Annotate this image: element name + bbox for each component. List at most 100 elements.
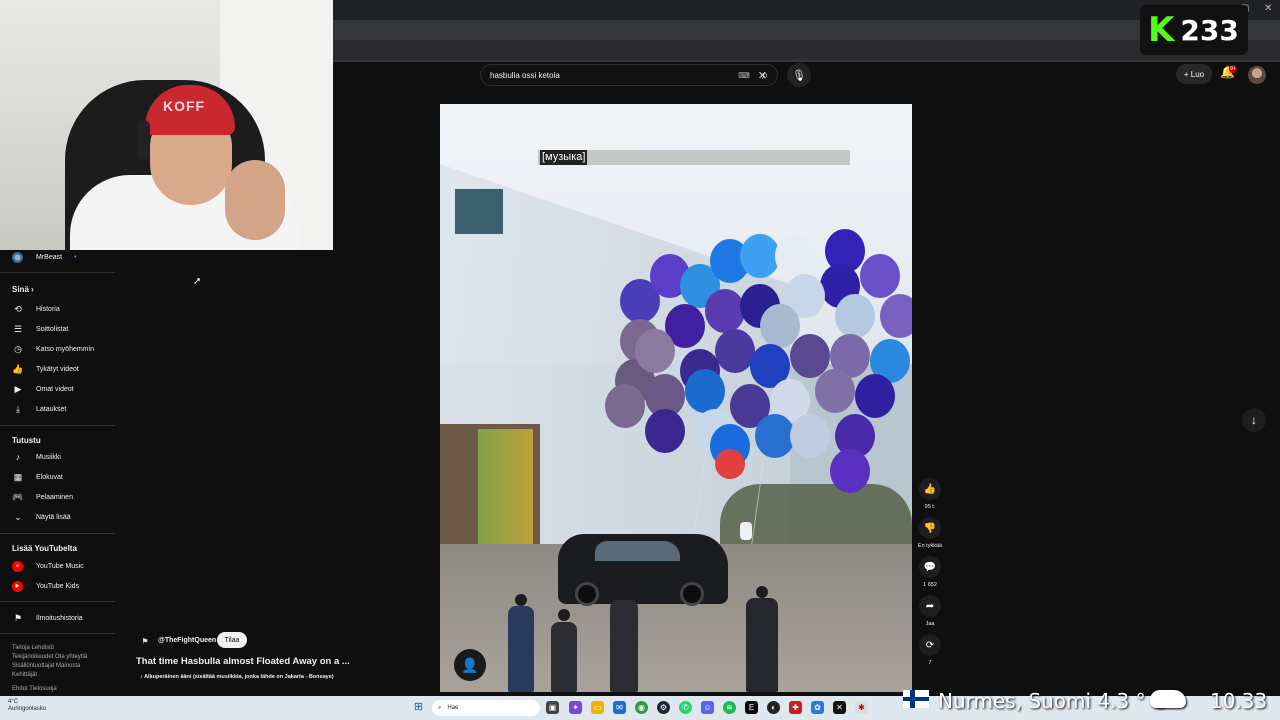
balloon <box>685 369 725 413</box>
balloon <box>635 329 675 373</box>
webcam-overlay: KOFF <box>0 0 333 250</box>
balloon <box>645 409 685 453</box>
sidebar-item-movies[interactable]: ▦ Elokuvat <box>0 467 115 487</box>
my-videos-icon: ▶ <box>14 383 22 394</box>
webcam-hand <box>225 160 285 240</box>
sidebar-subscription-mrbeast[interactable]: MrBeast • <box>0 247 115 267</box>
browser-bookmarks-bar <box>333 40 1280 60</box>
steam-icon[interactable]: ⚙ <box>657 701 670 714</box>
sidebar-item-youtube-kids[interactable]: ▶ YouTube Kids <box>0 576 115 596</box>
sidebar-item-history[interactable]: ⟲ Historia <box>0 299 115 319</box>
video-title[interactable]: That time Hasbulla almost Floated Away o… <box>136 656 350 667</box>
channel-overlay-button[interactable]: 👤 <box>454 649 486 681</box>
share-icon[interactable]: ➦ <box>919 595 941 617</box>
video-person <box>551 622 577 692</box>
sidebar-footer-links[interactable]: Tietoja Lehdistö Tekijänoikeudet Ota yht… <box>12 644 112 680</box>
sidebar-item-report-history[interactable]: ⚑ Ilmoitushistoria <box>0 608 115 628</box>
sidebar-item-youtube-music[interactable]: ● YouTube Music <box>0 556 115 576</box>
sidebar-item-watch-later[interactable]: ◷ Katso myöhemmin <box>0 339 115 359</box>
sidebar-item-show-more[interactable]: ⌄ Näytä lisää <box>0 507 115 527</box>
sidebar-item-gaming[interactable]: 🎮 Pelaaminen <box>0 487 115 507</box>
epic-games-icon[interactable]: E <box>745 701 758 714</box>
sidebar-item-liked[interactable]: 👍 Tykätyt videot <box>0 359 115 379</box>
game-icon[interactable]: ✚ <box>789 701 802 714</box>
video-person <box>610 600 638 692</box>
balloon <box>740 234 780 278</box>
obs-icon[interactable]: ◐ <box>767 701 780 714</box>
chevron-down-icon: ⌄ <box>14 511 22 522</box>
caption-text: [музыка] <box>540 150 588 165</box>
subscription-label: MrBeast <box>36 253 63 261</box>
sidebar-item-downloads[interactable]: ⤓ Lataukset <box>0 399 115 419</box>
balloon <box>715 329 755 373</box>
share-label: Jaa <box>925 621 935 627</box>
mail-icon[interactable]: ✉ <box>613 701 626 714</box>
sidebar-heading-you[interactable]: Sinä › <box>12 285 34 294</box>
file-explorer-icon[interactable]: ▭ <box>591 701 604 714</box>
balloon <box>880 294 912 338</box>
dislike-action[interactable]: 👎 En tykkää <box>917 517 943 549</box>
copilot-icon[interactable]: ✦ <box>569 701 582 714</box>
discord-icon[interactable]: ☺ <box>701 701 714 714</box>
remix-icon[interactable]: ⟳ <box>919 634 941 656</box>
next-video-button[interactable]: ↓ <box>1242 408 1266 432</box>
spotify-icon[interactable]: ≋ <box>723 701 736 714</box>
microphone-icon: 🎙 <box>792 69 806 82</box>
sidebar-heading-explore: Tutustu <box>12 436 41 445</box>
windows-start-icon[interactable]: ⊞ <box>412 701 425 714</box>
comments-icon[interactable]: 💬 <box>919 556 941 578</box>
sidebar-item-playlists[interactable]: ☰ Soittolistat <box>0 319 115 339</box>
dislike-label: En tykkää <box>917 543 943 549</box>
video-car-window <box>595 541 680 561</box>
voice-search-button[interactable]: 🎙 <box>787 63 811 87</box>
like-icon[interactable]: 👍 <box>919 478 941 500</box>
taskbar-search[interactable]: ⌕ Hae <box>432 700 540 716</box>
app-icon[interactable]: ✿ <box>811 701 824 714</box>
youtube-kids-icon: ▶ <box>12 580 23 592</box>
create-button[interactable]: + Luo <box>1176 64 1212 84</box>
balloon <box>830 449 870 493</box>
sidebar-item-my-videos[interactable]: ▶ Omat videot <box>0 379 115 399</box>
search-bar[interactable]: hasbulla ossi ketola ⌨ ✕ <box>480 64 778 86</box>
keyboard-icon[interactable]: ⌨ <box>738 71 750 80</box>
video-window <box>455 189 503 234</box>
arrow-down-icon: ↓ <box>1251 413 1257 427</box>
sidebar-item-music[interactable]: ♪ Musiikki <box>0 447 115 467</box>
remix-action[interactable]: ⟳ 7 <box>917 634 943 666</box>
share-action[interactable]: ➦ Jaa <box>917 595 943 627</box>
channel-name[interactable]: @TheFightQueen <box>158 637 216 644</box>
search-icon: ⌕ <box>438 704 442 711</box>
channel-avatar[interactable]: ⚑ <box>138 634 152 648</box>
sidebar-divider <box>0 425 115 426</box>
watch-later-icon: ◷ <box>14 343 22 354</box>
subscribe-button[interactable]: Tilaa <box>217 632 247 648</box>
x-icon[interactable]: ✕ <box>833 701 846 714</box>
taskbar-weather-widget[interactable]: 4°C Auringonlasku <box>8 699 46 713</box>
remix-count: 7 <box>928 660 932 666</box>
webcam-cap-text: KOFF <box>163 98 206 114</box>
taskbar-search-placeholder: Hae <box>447 705 459 711</box>
video-person <box>746 598 778 692</box>
like-action[interactable]: 👍 95 t. <box>917 478 943 510</box>
video-person-head <box>558 609 570 621</box>
create-label: Luo <box>1190 69 1205 79</box>
account-avatar[interactable] <box>1248 66 1266 84</box>
dislike-icon[interactable]: 👎 <box>919 517 941 539</box>
tray-app-icon[interactable]: ✱ <box>855 701 868 714</box>
whatsapp-icon[interactable]: ✆ <box>679 701 692 714</box>
video-car-wheel <box>680 582 704 606</box>
sidebar-heading-more-from-youtube: Lisää YouTubelta <box>12 544 77 553</box>
audio-source-link[interactable]: ♪ Alkuperäinen ääni (sisältää musiikkia,… <box>140 674 334 680</box>
close-window-button[interactable]: ✕ <box>1264 3 1272 14</box>
kick-viewer-counter: K 233 <box>1140 5 1248 55</box>
search-input[interactable]: hasbulla ossi ketola <box>490 71 738 80</box>
sidebar-footer-terms[interactable]: Ehdot Tietosuoja <box>12 685 112 694</box>
comments-action[interactable]: 💬 1 652 <box>917 556 943 588</box>
music-icon: ♪ <box>15 452 21 462</box>
search-button[interactable]: ⌕ <box>752 64 778 86</box>
gaming-icon: 🎮 <box>12 491 24 502</box>
task-view-icon[interactable]: ▣ <box>546 701 559 714</box>
shorts-video-player[interactable]: [музыка] 👤 <box>440 104 912 692</box>
chrome-icon[interactable]: ◉ <box>635 701 648 714</box>
comments-count: 1 652 <box>923 582 937 588</box>
